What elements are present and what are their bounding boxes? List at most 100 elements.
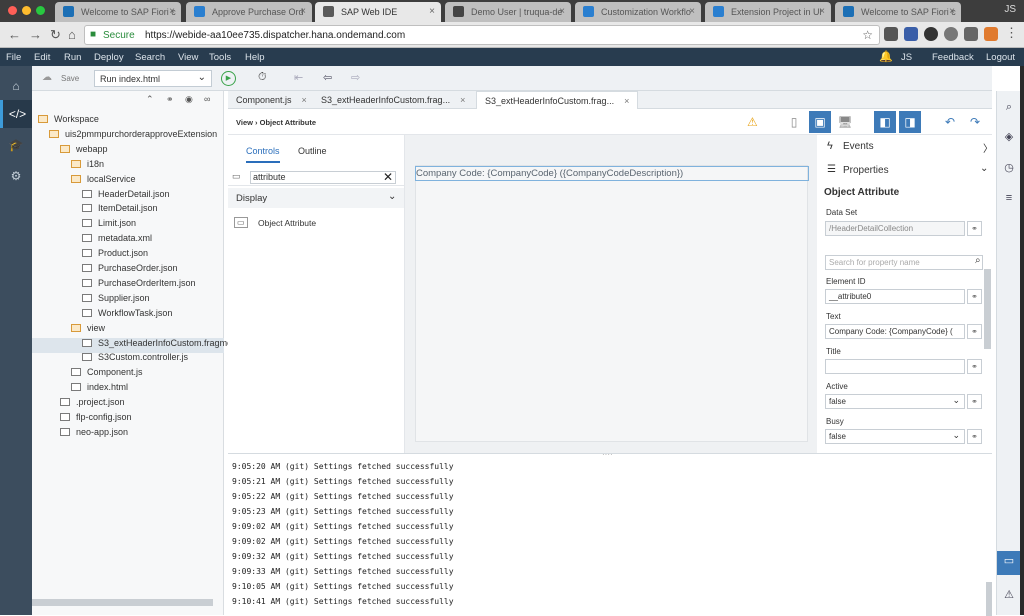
- browser-tab[interactable]: Approve Purchase Ord ×: [186, 2, 312, 22]
- binding-icon[interactable]: ⚭: [967, 429, 982, 444]
- menu-help[interactable]: Help: [245, 52, 265, 63]
- browser-tab[interactable]: Welcome to SAP Fiori c ×: [55, 2, 181, 22]
- close-tab-icon[interactable]: ×: [302, 95, 307, 105]
- resize-handle[interactable]: ····: [602, 450, 613, 459]
- close-tab-icon[interactable]: ×: [460, 95, 465, 105]
- run-configuration-select[interactable]: Run index.html ⌄: [94, 70, 212, 87]
- tree-item[interactable]: Limit.json: [32, 218, 224, 233]
- property-select[interactable]: false ⌄: [825, 394, 965, 409]
- tab-controls[interactable]: Controls: [246, 146, 280, 163]
- preferences-gear-icon[interactable]: ⚙: [0, 162, 32, 190]
- minimize-window-button[interactable]: [22, 6, 31, 15]
- tree-item[interactable]: S3Custom.controller.js: [32, 352, 224, 367]
- property-select[interactable]: false ⌄: [825, 429, 965, 444]
- clear-search-icon[interactable]: ✕: [383, 170, 393, 184]
- tree-item[interactable]: index.html: [32, 382, 224, 397]
- toggle-properties-icon[interactable]: ◨: [899, 111, 921, 133]
- close-tab-icon[interactable]: ×: [169, 6, 175, 17]
- extension-icon[interactable]: [924, 27, 938, 41]
- property-search-input[interactable]: Search for property name: [825, 255, 983, 270]
- property-input[interactable]: __attribute0: [825, 289, 965, 304]
- tablet-view-icon[interactable]: ▣: [809, 111, 831, 133]
- tree-item[interactable]: .project.json: [32, 397, 224, 412]
- display-section-header[interactable]: Display ⌄: [228, 188, 404, 208]
- binding-icon[interactable]: ⚭: [967, 289, 982, 304]
- tree-item[interactable]: Workspace: [32, 114, 224, 129]
- back-icon[interactable]: ⇦: [323, 71, 332, 84]
- zoom-window-button[interactable]: [36, 6, 45, 15]
- tree-item[interactable]: view: [32, 323, 224, 338]
- learning-center-icon[interactable]: 🎓: [0, 131, 32, 159]
- console-icon[interactable]: ▭: [997, 551, 1021, 575]
- problems-icon[interactable]: ⚠: [999, 585, 1019, 605]
- notifications-icon[interactable]: 🔔: [879, 50, 893, 63]
- chevron-down-icon[interactable]: ⌄: [980, 163, 988, 174]
- events-header[interactable]: Events: [843, 141, 874, 152]
- property-input[interactable]: [825, 359, 965, 374]
- properties-header[interactable]: Properties: [843, 165, 889, 176]
- tree-item[interactable]: neo-app.json: [32, 427, 224, 442]
- search-icon[interactable]: ⌕: [999, 97, 1019, 117]
- desktop-view-icon[interactable]: 🖥: [834, 111, 856, 133]
- property-input[interactable]: Company Code: {CompanyCode} (: [825, 324, 965, 339]
- tree-item[interactable]: metadata.xml: [32, 233, 224, 248]
- extension-icon[interactable]: [884, 27, 898, 41]
- tree-item[interactable]: Component.js: [32, 367, 224, 382]
- dataset-select[interactable]: /HeaderDetailCollection: [825, 221, 965, 236]
- bookmark-star-icon[interactable]: ☆: [862, 28, 873, 42]
- menu-tools[interactable]: Tools: [209, 52, 231, 63]
- close-tab-icon[interactable]: ×: [949, 6, 955, 17]
- show-hidden-files-icon[interactable]: ◉: [185, 94, 193, 105]
- extension-icon[interactable]: [984, 27, 998, 41]
- palette-search-input[interactable]: attribute: [250, 171, 396, 184]
- binding-icon[interactable]: ⚭: [967, 324, 982, 339]
- toggle-palette-icon[interactable]: ◧: [874, 111, 896, 133]
- tree-item[interactable]: PurchaseOrderItem.json: [32, 278, 224, 293]
- tree-item[interactable]: i18n: [32, 159, 224, 174]
- close-tab-icon[interactable]: ×: [300, 6, 306, 17]
- forward-icon[interactable]: →: [29, 27, 42, 42]
- menu-view[interactable]: View: [178, 52, 198, 63]
- menu-deploy[interactable]: Deploy: [94, 52, 124, 63]
- tab-outline[interactable]: Outline: [298, 146, 327, 156]
- tree-item[interactable]: WorkflowTask.json: [32, 308, 224, 323]
- run-button[interactable]: ▶: [221, 71, 236, 86]
- tree-item[interactable]: webapp: [32, 144, 224, 159]
- back-icon[interactable]: ←: [8, 27, 21, 42]
- save-button[interactable]: Save: [61, 74, 79, 83]
- chevron-right-icon[interactable]: 〉: [983, 140, 993, 155]
- browser-menu-icon[interactable]: ⋮: [1005, 25, 1018, 41]
- editor-tab[interactable]: Component.js ×: [228, 91, 315, 109]
- tree-item[interactable]: HeaderDetail.json: [32, 189, 224, 204]
- tree-item[interactable]: localService: [32, 174, 224, 189]
- tree-item[interactable]: S3_extHeaderInfoCustom.fragment.x: [32, 337, 247, 353]
- editor-tab[interactable]: S3_extHeaderInfoCustom.frag... ×: [476, 91, 639, 109]
- tree-item[interactable]: PurchaseOrder.json: [32, 263, 224, 278]
- menu-edit[interactable]: Edit: [34, 52, 50, 63]
- git-icon[interactable]: ◈: [999, 127, 1019, 147]
- address-bar[interactable]: ■ Secure https://webide-aa10ee735.dispat…: [84, 25, 880, 45]
- browser-tab[interactable]: SAP Web IDE ×: [315, 2, 441, 22]
- close-tab-icon[interactable]: ×: [819, 6, 825, 17]
- editor-tab[interactable]: S3_extHeaderInfoCustom.frag... ×: [313, 91, 473, 109]
- logout-link[interactable]: Logout: [986, 52, 1015, 63]
- user-menu[interactable]: JS: [901, 52, 912, 63]
- extension-icon[interactable]: [904, 27, 918, 41]
- horizontal-scrollbar[interactable]: [32, 599, 213, 606]
- close-window-button[interactable]: [8, 6, 17, 15]
- extension-icon[interactable]: [944, 27, 958, 41]
- close-tab-icon[interactable]: ×: [559, 6, 565, 17]
- object-attribute-control[interactable]: Company Code: {CompanyCode} ({CompanyCod…: [415, 166, 809, 181]
- browser-tab[interactable]: Demo User | truqua-de ×: [445, 2, 571, 22]
- close-tab-icon[interactable]: ×: [624, 96, 629, 106]
- home-icon[interactable]: ⌂: [68, 27, 76, 42]
- tree-item[interactable]: Product.json: [32, 248, 224, 263]
- console-scrollbar[interactable]: [986, 582, 992, 616]
- tree-item[interactable]: ItemDetail.json: [32, 203, 224, 218]
- tree-item[interactable]: flp-config.json: [32, 412, 224, 427]
- undo-icon[interactable]: ↶: [939, 111, 961, 133]
- undo-icon[interactable]: ⇤: [294, 71, 303, 84]
- browser-tab[interactable]: Extension Project in Ul ×: [705, 2, 831, 22]
- properties-scrollbar[interactable]: [984, 269, 991, 349]
- collapse-icon[interactable]: ⌃: [146, 94, 154, 105]
